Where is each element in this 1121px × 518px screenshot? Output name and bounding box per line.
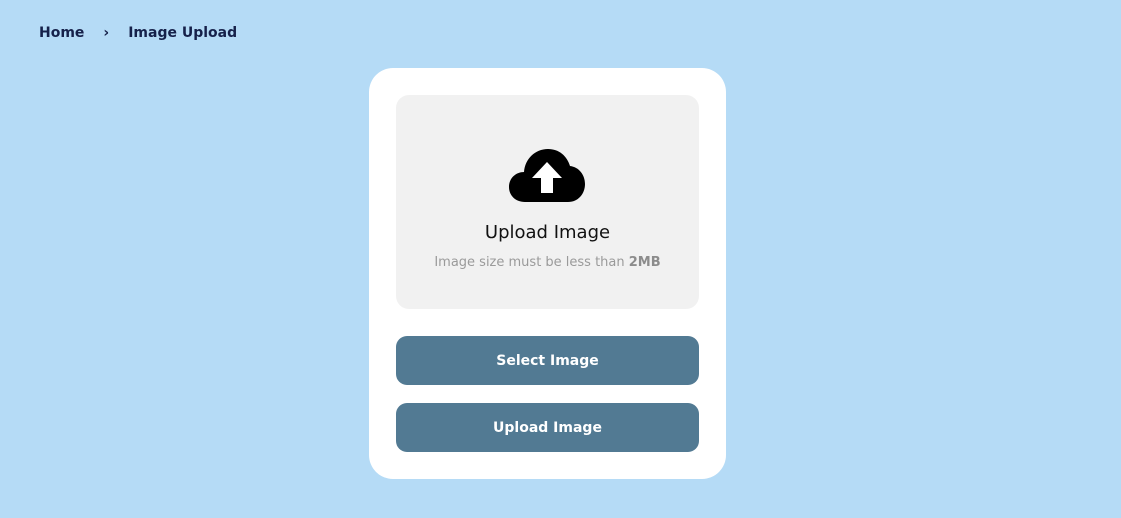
cloud-upload-icon bbox=[509, 149, 585, 202]
breadcrumb: Home › Image Upload bbox=[39, 24, 237, 42]
upload-card: Upload Image Image size must be less tha… bbox=[369, 68, 726, 479]
breadcrumb-home-link[interactable]: Home bbox=[39, 25, 84, 41]
dropzone-hint-text: Image size must be less than bbox=[434, 255, 629, 270]
breadcrumb-separator-icon: › bbox=[103, 25, 110, 41]
dropzone-title: Upload Image bbox=[484, 222, 611, 243]
breadcrumb-current: Image Upload bbox=[128, 25, 238, 41]
upload-image-button[interactable]: Upload Image bbox=[396, 403, 699, 452]
image-dropzone[interactable]: Upload Image Image size must be less tha… bbox=[396, 95, 699, 309]
select-image-button[interactable]: Select Image bbox=[396, 336, 699, 385]
dropzone-size-limit: 2MB bbox=[628, 255, 661, 270]
dropzone-hint: Image size must be less than 2MB bbox=[396, 255, 699, 270]
